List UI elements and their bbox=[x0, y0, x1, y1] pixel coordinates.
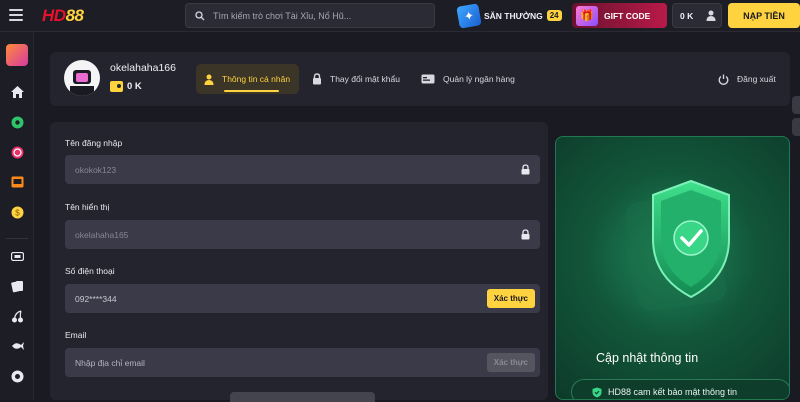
profile-form: Tên đăng nhập Tên hiển thị Số điện thoại… bbox=[50, 122, 548, 400]
user-icon bbox=[204, 74, 214, 85]
gift-box-icon[interactable] bbox=[6, 44, 28, 66]
search-input[interactable] bbox=[213, 10, 423, 21]
wallet-icon bbox=[110, 81, 123, 92]
phone-input bbox=[75, 293, 487, 304]
security-promo-panel: Cập nhật thông tin HD88 cam kết bảo mật … bbox=[555, 136, 790, 400]
svg-text:$: $ bbox=[15, 208, 20, 217]
gift-icon: 🎁 bbox=[576, 5, 598, 26]
tab-change-password[interactable]: Thay đổi mật khẩu bbox=[304, 64, 408, 94]
tab-label: Thông tin cá nhân bbox=[222, 74, 291, 84]
email-verify-button[interactable]: Xác thực bbox=[486, 353, 535, 372]
cherries-icon[interactable] bbox=[9, 308, 25, 324]
lock-icon bbox=[521, 164, 530, 175]
display-name-input bbox=[75, 229, 521, 240]
logo-number: 88 bbox=[65, 6, 84, 25]
username: okelahaha166 bbox=[110, 62, 176, 74]
casino-chip-icon[interactable] bbox=[9, 144, 25, 160]
username-input bbox=[75, 164, 521, 175]
sports-ball-icon[interactable] bbox=[9, 114, 25, 130]
display-name-label: Tên hiển thị bbox=[65, 202, 110, 212]
lock-icon bbox=[521, 229, 530, 240]
email-input[interactable] bbox=[75, 357, 487, 368]
search-bar[interactable] bbox=[185, 3, 435, 28]
ticket-icon: ✦ bbox=[456, 2, 482, 29]
phone-field: Xác thực bbox=[65, 284, 540, 313]
coin-icon[interactable]: $ bbox=[9, 204, 25, 220]
gift-code-label: GIFT CODE bbox=[604, 10, 651, 21]
deposit-button[interactable]: NẠP TIỀN bbox=[728, 3, 800, 28]
reward-label: SĂN THƯỞNG bbox=[484, 10, 543, 21]
submit-button[interactable] bbox=[230, 392, 375, 402]
sidebar: $ bbox=[0, 32, 34, 400]
profile-header: okelahaha166 0 K Thông tin cá nhân Thay … bbox=[50, 52, 790, 106]
avatar[interactable] bbox=[64, 60, 100, 96]
top-bar: HD88 ✦ SĂN THƯỞNG 24 🎁 GIFT CODE 0 K NẠP… bbox=[0, 0, 800, 32]
balance-display[interactable]: 0 K bbox=[672, 3, 722, 28]
scroll-up-handle[interactable] bbox=[792, 96, 800, 114]
lottery-ball-icon[interactable] bbox=[9, 368, 25, 384]
logout-button[interactable]: Đăng xuất bbox=[710, 64, 784, 94]
reward-button[interactable]: ✦ SĂN THƯỞNG 24 bbox=[456, 2, 568, 29]
sidebar-divider bbox=[6, 238, 28, 239]
tab-personal-info[interactable]: Thông tin cá nhân bbox=[196, 64, 299, 94]
search-icon bbox=[195, 10, 205, 20]
logout-label: Đăng xuất bbox=[737, 74, 776, 84]
balance-value: 0 K bbox=[680, 10, 694, 21]
email-field[interactable]: Xác thực bbox=[65, 348, 540, 377]
fish-icon[interactable] bbox=[9, 338, 25, 354]
playing-cards-icon[interactable] bbox=[9, 278, 25, 294]
phone-label: Số điện thoại bbox=[65, 266, 115, 276]
power-icon bbox=[718, 74, 729, 85]
logo-text: HD bbox=[42, 6, 66, 25]
promo-note-text: HD88 cam kết bảo mật thông tin bbox=[608, 387, 738, 397]
menu-icon[interactable] bbox=[9, 9, 23, 21]
user-icon bbox=[706, 10, 716, 21]
card-game-icon[interactable] bbox=[9, 248, 25, 264]
tab-label: Quản lý ngân hàng bbox=[443, 74, 515, 84]
slot-machine-icon[interactable] bbox=[9, 174, 25, 190]
home-icon[interactable] bbox=[9, 84, 25, 100]
brand-logo[interactable]: HD88 bbox=[42, 6, 84, 26]
reward-count-badge: 24 bbox=[546, 10, 562, 21]
display-name-field bbox=[65, 220, 540, 249]
gift-code-button[interactable]: 🎁 GIFT CODE bbox=[572, 3, 667, 28]
email-label: Email bbox=[65, 330, 87, 340]
coin-value: 0 K bbox=[127, 81, 142, 92]
shield-check-icon bbox=[625, 179, 730, 311]
promo-note: HD88 cam kết bảo mật thông tin bbox=[571, 379, 789, 399]
bank-card-icon bbox=[421, 74, 435, 84]
username-field bbox=[65, 155, 540, 184]
coin-balance: 0 K bbox=[110, 81, 142, 92]
promo-title: Cập nhật thông tin bbox=[596, 351, 699, 365]
scroll-down-handle[interactable] bbox=[792, 118, 800, 136]
shield-check-icon bbox=[592, 387, 602, 397]
lock-icon bbox=[313, 73, 321, 85]
username-label: Tên đăng nhập bbox=[65, 138, 123, 148]
tab-bank-management[interactable]: Quản lý ngân hàng bbox=[413, 64, 523, 94]
phone-verify-button[interactable]: Xác thực bbox=[486, 289, 535, 308]
tab-label: Thay đổi mật khẩu bbox=[330, 74, 400, 84]
